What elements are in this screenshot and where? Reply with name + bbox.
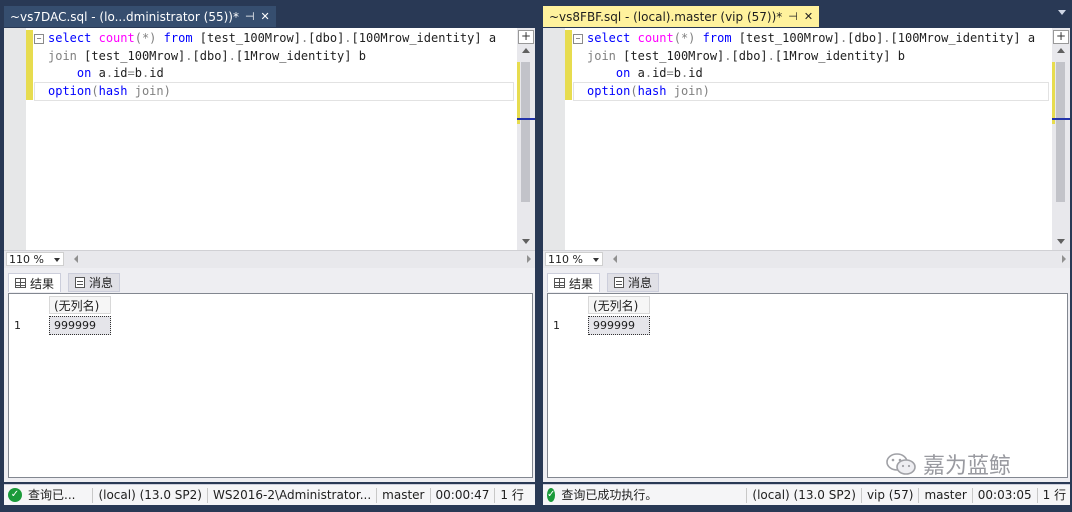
status-server: (local) (13.0 SP2) (92, 487, 207, 503)
document-tab-right[interactable]: ~vs8FBF.sql - (local).master (vip (57))*… (543, 6, 820, 27)
wechat-icon (886, 453, 916, 475)
scroll-caret-marker (1052, 118, 1070, 120)
tab-messages[interactable]: 消息 (607, 273, 660, 292)
zoom-select[interactable]: 110 % (6, 252, 64, 266)
collapse-icon[interactable]: − (573, 34, 583, 44)
column-header[interactable]: (无列名) (588, 296, 650, 314)
grid-icon (554, 278, 565, 288)
scroll-change-marker (1052, 62, 1055, 124)
code-line-1: − select count(*) from [test_100Mrow].[db… (34, 30, 513, 48)
zoom-select[interactable]: 110 % (545, 252, 603, 266)
tab-title: ~vs7DAC.sql - (lo...dministrator (55))* (10, 9, 239, 24)
results-panel: 结果 消息 (无列名) 1 999999 (4, 268, 535, 482)
editor-vertical-scrollbar[interactable]: + (517, 28, 535, 250)
status-database: master (918, 487, 971, 503)
row-number[interactable]: 1 (551, 316, 588, 335)
status-rows: 1 行 (1036, 487, 1071, 503)
zoom-value: 110 % (9, 253, 44, 266)
status-message: 查询已成功执行。 (561, 487, 658, 502)
status-server: (local) (13.0 SP2) (746, 487, 861, 503)
zoom-value: 110 % (548, 253, 583, 266)
scroll-thumb[interactable] (521, 62, 530, 202)
scroll-change-marker (517, 62, 520, 124)
sql-editor[interactable]: − select count(*) from [test_100Mrow].[db… (543, 28, 1070, 250)
zoom-bar: 110 % (543, 250, 1070, 268)
grid-icon (15, 278, 26, 288)
code-line-1: − select count(*) from [test_100Mrow].[db… (573, 30, 1048, 48)
scroll-down-icon[interactable] (522, 239, 530, 244)
document-tab-left[interactable]: ~vs7DAC.sql - (lo...dministrator (55))* … (4, 6, 276, 27)
status-message: 查询已... (28, 487, 76, 502)
message-icon (75, 277, 85, 288)
change-indicator (26, 30, 33, 100)
editor-gutter (543, 28, 565, 250)
code-line-2: join [test_100Mrow].[dbo].[1Mrow_identit… (587, 48, 905, 63)
status-rows: 1 行 (494, 487, 528, 503)
code-line-2: join [test_100Mrow].[dbo].[1Mrow_identit… (48, 48, 366, 63)
editor-vertical-scrollbar[interactable]: + (1052, 28, 1070, 250)
tab-messages[interactable]: 消息 (68, 273, 121, 292)
scroll-thumb[interactable] (1056, 62, 1065, 202)
results-grid[interactable]: (无列名) 1 999999 (8, 293, 533, 478)
message-icon (614, 277, 624, 288)
watermark: 嘉为蓝鲸 (885, 448, 1011, 480)
collapse-icon[interactable]: − (34, 34, 44, 44)
split-window-icon[interactable]: + (1053, 30, 1069, 44)
code-area[interactable]: − select count(*) from [test_100Mrow].[db… (573, 30, 1049, 101)
code-line-3: on a.id=b.id (615, 66, 703, 80)
tab-results[interactable]: 结果 (8, 273, 62, 292)
watermark-text: 嘉为蓝鲸 (923, 454, 1012, 479)
sql-editor[interactable]: − select count(*) from [test_100Mrow].[db… (4, 28, 535, 250)
status-login: WS2016-2\Administrator... (206, 487, 376, 503)
close-icon[interactable]: ✕ (804, 10, 813, 23)
result-cell[interactable]: 999999 (588, 316, 650, 335)
code-line-4: option(hash join) (34, 81, 514, 101)
tab-messages-label: 消息 (628, 276, 653, 290)
result-cell[interactable]: 999999 (49, 316, 111, 335)
pin-icon[interactable]: ⊣ (788, 10, 798, 23)
status-database: master (376, 487, 429, 503)
scroll-right-icon[interactable] (527, 255, 531, 263)
chevron-down-icon[interactable] (54, 258, 60, 262)
pin-icon[interactable]: ⊣ (245, 10, 255, 23)
editor-gutter (4, 28, 26, 250)
code-line-4: option(hash join) (573, 81, 1049, 101)
tab-messages-label: 消息 (89, 276, 114, 290)
tab-results[interactable]: 结果 (547, 273, 601, 292)
code-line-3: on a.id=b.id (76, 66, 164, 80)
tab-results-label: 结果 (30, 276, 55, 291)
status-bar: ✓ 查询已... (local) (13.0 SP2) WS2016-2\Adm… (4, 484, 535, 505)
code-area[interactable]: − select count(*) from [test_100Mrow].[db… (34, 30, 514, 101)
scroll-up-icon[interactable] (522, 48, 530, 53)
close-icon[interactable]: ✕ (261, 10, 270, 23)
success-check-icon: ✓ (8, 488, 22, 502)
tab-list-dropdown-icon[interactable] (1058, 10, 1066, 15)
status-elapsed: 00:03:05 (971, 487, 1037, 503)
status-bar: ✓ 查询已成功执行。 (local) (13.0 SP2) vip (57) m… (543, 484, 1070, 505)
row-number[interactable]: 1 (12, 316, 49, 335)
split-window-icon[interactable]: + (518, 30, 534, 44)
scroll-caret-marker (517, 118, 535, 120)
scroll-left-icon[interactable] (74, 255, 78, 263)
scroll-down-icon[interactable] (1057, 239, 1065, 244)
tab-title: ~vs8FBF.sql - (local).master (vip (57))* (549, 9, 783, 24)
tab-results-label: 结果 (569, 276, 594, 291)
scroll-right-icon[interactable] (1062, 255, 1066, 263)
scroll-left-icon[interactable] (613, 255, 617, 263)
change-indicator (565, 30, 572, 100)
column-header[interactable]: (无列名) (49, 296, 111, 314)
query-pane-left: ~vs7DAC.sql - (lo...dministrator (55))* … (0, 0, 537, 512)
scroll-up-icon[interactable] (1057, 48, 1065, 53)
zoom-bar: 110 % (4, 250, 535, 268)
status-login: vip (57) (860, 487, 919, 503)
success-check-icon: ✓ (547, 488, 556, 502)
query-pane-right: ~vs8FBF.sql - (local).master (vip (57))*… (539, 0, 1072, 512)
status-elapsed: 00:00:47 (429, 487, 495, 503)
chevron-down-icon[interactable] (593, 258, 599, 262)
